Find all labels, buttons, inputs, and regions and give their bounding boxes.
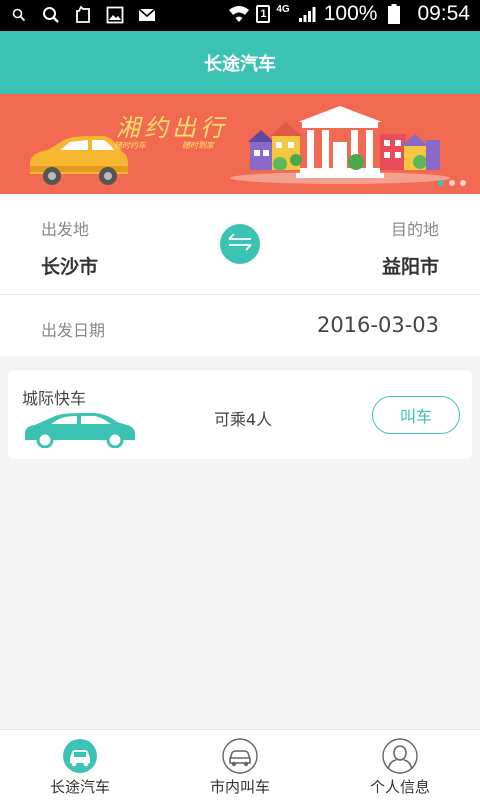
sim-badge: 1 <box>256 5 271 23</box>
service-card: 城际快车 可乘4人 叫车 <box>8 370 472 459</box>
nav-label: 市内叫车 <box>209 778 270 796</box>
taxi-car-icon <box>222 738 258 774</box>
nav-item-profile[interactable]: 个人信息 <box>320 730 480 800</box>
seat-capacity: 可乘4人 <box>214 410 273 429</box>
promo-banner[interactable]: 湘约出行 随时约车 随时到家 <box>0 94 480 194</box>
banner-temple <box>296 106 384 178</box>
banner-subtitle-right: 随时到家 <box>182 141 214 150</box>
status-bar: 1 4G 100% 09:54 <box>0 0 480 31</box>
person-icon <box>382 738 418 774</box>
banner-subtitle-left: 随时约车 <box>114 141 146 150</box>
battery-icon <box>383 3 405 25</box>
bottom-nav: 长途汽车 市内叫车 个人信息 <box>0 729 480 800</box>
nav-label: 长途汽车 <box>49 778 110 796</box>
signal-icon <box>296 3 318 25</box>
clock: 09:54 <box>417 2 470 25</box>
mail-icon <box>136 4 158 26</box>
banner-pager <box>438 180 466 186</box>
destination-label: 目的地 <box>390 220 439 239</box>
battery-percent: 100% <box>323 2 378 25</box>
network-type: 4G <box>276 3 290 15</box>
call-car-button[interactable]: 叫车 <box>372 396 460 434</box>
banner-houses-left <box>248 122 302 171</box>
bus-car-icon <box>62 738 98 774</box>
wifi-icon <box>228 3 250 25</box>
image-icon <box>104 4 126 26</box>
status-icons-right: 1 4G 100% 09:54 <box>228 2 470 26</box>
divider <box>0 294 480 295</box>
destination-city[interactable]: 益阳市 <box>382 252 439 279</box>
title-bar: 长途汽车 <box>0 31 480 94</box>
search-icon <box>40 4 62 26</box>
nav-item-long-distance-bus[interactable]: 长途汽车 <box>0 730 160 800</box>
swap-route-button[interactable] <box>220 224 260 264</box>
route-card: 出发地 长沙市 目的地 益阳市 出发日期 2016-03-03 <box>0 194 480 356</box>
clipboard-icon <box>72 4 94 26</box>
banner-houses-right <box>348 134 440 170</box>
pager-dot[interactable] <box>438 180 444 186</box>
banner-illustration <box>30 106 450 185</box>
pager-dot[interactable] <box>460 180 466 186</box>
page-title: 长途汽车 <box>204 53 276 75</box>
departure-label: 出发地 <box>41 220 90 239</box>
search-icon <box>8 4 30 26</box>
banner-title: 湘约出行 <box>116 114 228 142</box>
departure-city[interactable]: 长沙市 <box>41 252 98 279</box>
departure-date-label: 出发日期 <box>41 321 106 340</box>
swap-arrows-icon <box>227 233 253 255</box>
departure-date-value[interactable]: 2016-03-03 <box>317 313 439 337</box>
nav-item-city-taxi[interactable]: 市内叫车 <box>160 730 320 800</box>
sedan-car-icon <box>21 410 137 452</box>
status-icons-left <box>8 4 158 26</box>
service-name: 城际快车 <box>22 389 87 408</box>
nav-label: 个人信息 <box>369 778 430 796</box>
pager-dot[interactable] <box>449 180 455 186</box>
